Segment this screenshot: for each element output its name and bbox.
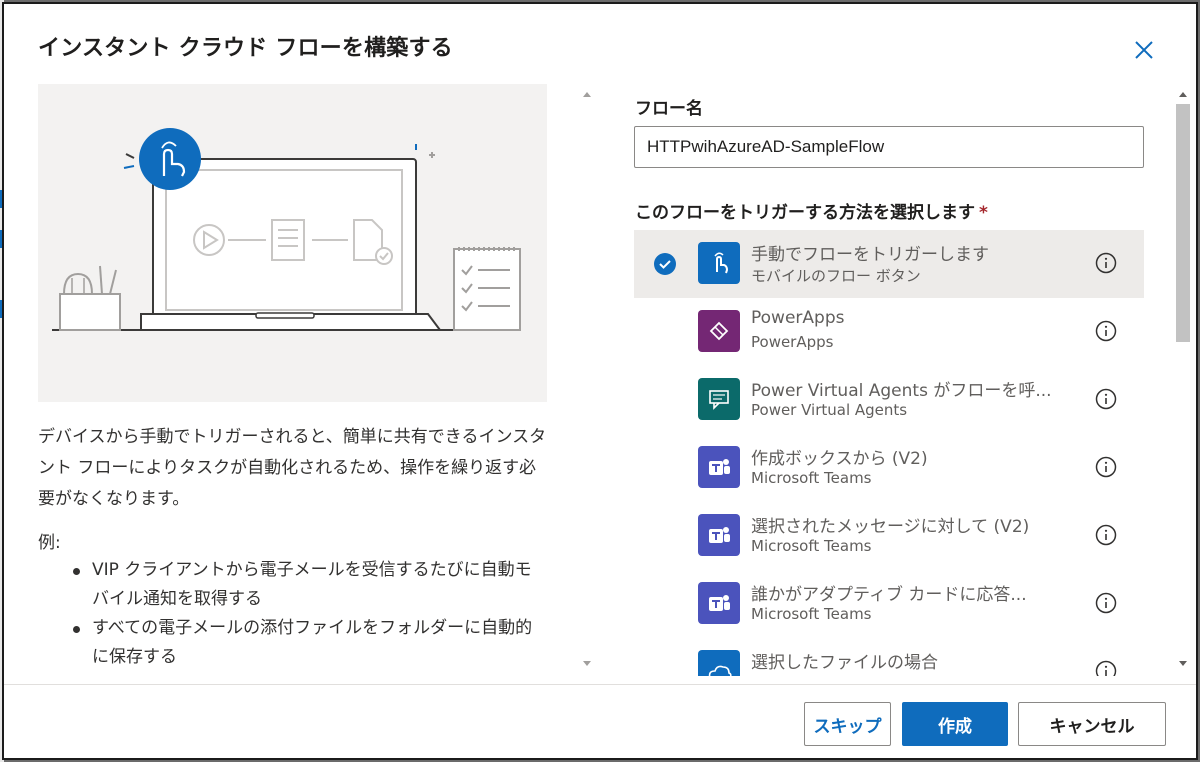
- flow-name-input[interactable]: [634, 126, 1144, 168]
- powerapps-icon: [698, 310, 740, 352]
- create-button[interactable]: 作成: [902, 702, 1008, 746]
- dialog-title: インスタント クラウド フローを構築する: [38, 36, 453, 61]
- hand-tap-icon: [698, 242, 740, 284]
- trigger-item-powerapps[interactable]: PowerApps PowerApps: [634, 298, 1144, 366]
- info-icon[interactable]: [1095, 388, 1117, 410]
- trigger-title: 選択されたメッセージに対して (V2): [751, 517, 1030, 537]
- onedrive-icon: [698, 650, 740, 676]
- trigger-item-manual[interactable]: 手動でフローをトリガーします モバイルのフロー ボタン: [634, 230, 1144, 298]
- scroll-down-arrow[interactable]: [1174, 656, 1192, 670]
- example-item: すべての電子メールの添付ファイルをフォルダーに自動的に保存する: [38, 614, 548, 672]
- trigger-subtitle: Microsoft Teams: [751, 537, 872, 555]
- selected-check-icon: [654, 253, 676, 275]
- scroll-up-arrow[interactable]: [578, 86, 596, 100]
- required-mark: *: [979, 203, 988, 223]
- scroll-up-arrow[interactable]: [1174, 86, 1192, 100]
- trigger-select-label-text: このフローをトリガーする方法を選択します: [635, 203, 975, 223]
- build-flow-dialog: インスタント クラウド フローを構築する デバイスから手動でトリガーされると、簡…: [2, 2, 1198, 760]
- trigger-title: 手動でフローをトリガーします: [751, 245, 989, 265]
- trigger-list: 手動でフローをトリガーします モバイルのフロー ボタン PowerApps Po…: [634, 230, 1144, 676]
- trigger-title: 作成ボックスから (V2): [751, 449, 928, 469]
- examples-list: VIP クライアントから電子メールを受信するたびに自動モバイル通知を取得する す…: [38, 556, 548, 672]
- info-icon[interactable]: [1095, 456, 1117, 478]
- trigger-subtitle: Microsoft Teams: [751, 469, 872, 487]
- instant-flow-illustration: [38, 84, 547, 402]
- trigger-subtitle: モバイルのフロー ボタン: [751, 267, 921, 285]
- scroll-down-arrow[interactable]: [578, 656, 596, 670]
- skip-button[interactable]: スキップ: [804, 702, 891, 746]
- trigger-item-power-virtual-agents[interactable]: Power Virtual Agents がフローを呼... Power Vir…: [634, 366, 1144, 434]
- examples-label: 例:: [38, 533, 61, 553]
- teams-icon: [698, 514, 740, 556]
- trigger-subtitle: Power Virtual Agents: [751, 401, 908, 419]
- info-icon[interactable]: [1095, 592, 1117, 614]
- trigger-title: 選択したファイルの場合: [751, 653, 938, 673]
- trigger-item-teams-compose[interactable]: 作成ボックスから (V2) Microsoft Teams: [634, 434, 1144, 502]
- trigger-item-teams-adaptive-card[interactable]: 誰かがアダプティブ カードに応答... Microsoft Teams: [634, 570, 1144, 638]
- trigger-title: PowerApps: [751, 308, 845, 328]
- footer-divider: [4, 684, 1196, 685]
- flow-description: デバイスから手動でトリガーされると、簡単に共有できるインスタント フローによりタ…: [38, 427, 547, 509]
- scroll-thumb[interactable]: [1176, 104, 1190, 342]
- trigger-item-teams-selected-message[interactable]: 選択されたメッセージに対して (V2) Microsoft Teams: [634, 502, 1144, 570]
- trigger-subtitle: Microsoft Teams: [751, 605, 872, 623]
- info-icon[interactable]: [1095, 252, 1117, 274]
- trigger-title: Power Virtual Agents がフローを呼...: [751, 381, 1052, 401]
- info-icon[interactable]: [1095, 660, 1117, 676]
- example-item: VIP クライアントから電子メールを受信するたびに自動モバイル通知を取得する: [38, 556, 548, 614]
- info-icon[interactable]: [1095, 320, 1117, 342]
- left-scrollbar[interactable]: [578, 84, 596, 674]
- trigger-subtitle: PowerApps: [751, 333, 834, 351]
- close-icon: [1135, 41, 1153, 59]
- cancel-button[interactable]: キャンセル: [1018, 702, 1166, 746]
- flow-name-label: フロー名: [635, 99, 703, 119]
- teams-icon: [698, 582, 740, 624]
- trigger-title: 誰かがアダプティブ カードに応答...: [751, 585, 1027, 605]
- chatbot-icon: [698, 378, 740, 420]
- info-icon[interactable]: [1095, 524, 1117, 546]
- trigger-item-selected-file[interactable]: 選択したファイルの場合: [634, 638, 1144, 676]
- teams-icon: [698, 446, 740, 488]
- close-button[interactable]: [1130, 36, 1158, 64]
- trigger-list-scrollbar[interactable]: [1174, 84, 1192, 674]
- trigger-select-label: このフローをトリガーする方法を選択します *: [635, 198, 988, 223]
